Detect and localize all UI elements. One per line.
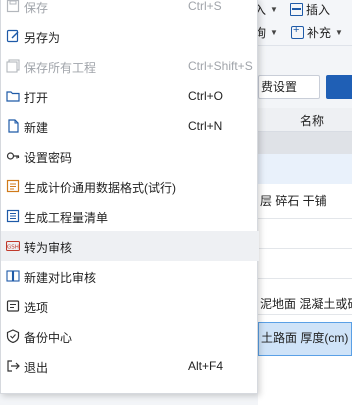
export-data-icon <box>6 179 20 193</box>
menu-item-shortcut: Ctrl+O <box>188 89 224 103</box>
menu-item-label: 保存所有工程 <box>24 61 97 75</box>
options-icon <box>6 300 20 312</box>
menu-item-label: 设置密码 <box>24 151 73 165</box>
menu-item-label: 生成计价通用数据格式(试行) <box>24 181 176 195</box>
menu-item-save-all[interactable]: 保存所有工程 Ctrl+Shift+S <box>1 51 259 81</box>
menu-item-export-data[interactable]: 生成计价通用数据格式(试行) <box>1 171 259 201</box>
menu-item-open[interactable]: 打开 Ctrl+O <box>1 81 259 111</box>
fill-button[interactable]: 补充 ▼ <box>291 24 343 41</box>
menu-item-bill-list[interactable]: 生成工程量清单 <box>1 201 259 231</box>
table-row-selected[interactable]: 土路面 厚度(cm) 2 <box>258 322 352 356</box>
primary-action-button[interactable] <box>326 75 352 99</box>
menu-item-shortcut: Ctrl+Shift+S <box>188 59 253 73</box>
new-file-icon <box>8 119 19 133</box>
chevron-down-icon: ▼ <box>270 28 278 37</box>
menu-item-options[interactable]: 选项 <box>1 291 259 321</box>
menu-item-shortcut: Ctrl+S <box>188 0 222 13</box>
table-row[interactable]: 泥地面 混凝土或硬 <box>258 295 352 315</box>
svg-text:GSH: GSH <box>7 245 19 251</box>
chevron-down-icon: ▼ <box>270 5 278 14</box>
menu-item-label: 另存为 <box>24 31 61 45</box>
row-divider <box>258 278 352 279</box>
bill-list-icon <box>6 209 20 223</box>
table-row[interactable] <box>258 154 352 184</box>
open-folder-icon <box>6 91 20 102</box>
menu-item-label: 转为审核 <box>24 241 73 255</box>
menu-item-save[interactable]: 保存 Ctrl+S <box>1 0 259 21</box>
menu-item-shortcut: Alt+F4 <box>188 359 224 373</box>
fill-label: 补充 <box>307 26 332 40</box>
menu-item-convert-to-audit[interactable]: GSH 转为审核 <box>1 231 259 261</box>
audit-convert-icon: GSH <box>6 240 20 252</box>
save-as-icon <box>6 29 19 43</box>
fill-icon <box>291 24 304 39</box>
table-row[interactable]: 层 碎石 干铺 <box>258 192 352 212</box>
menu-item-backup-center[interactable]: 备份中心 <box>1 321 259 351</box>
menu-item-new[interactable]: 新建 Ctrl+N <box>1 111 259 141</box>
column-header-name: 名称 <box>300 114 325 128</box>
save-icon <box>6 0 20 13</box>
menu-item-label: 打开 <box>24 91 49 105</box>
menu-item-exit[interactable]: 退出 Alt+F4 <box>1 351 259 381</box>
row-divider <box>258 314 352 315</box>
menu-item-compare-audit[interactable]: 新建对比审核 <box>1 261 259 291</box>
backup-icon <box>6 329 20 343</box>
menu-item-label: 保存 <box>24 1 49 15</box>
fee-settings-button[interactable]: 费设置 <box>258 75 320 99</box>
table-row[interactable] <box>258 132 352 154</box>
row-divider <box>258 248 352 249</box>
menu-item-label: 新建 <box>24 121 49 135</box>
compare-audit-icon <box>6 270 20 282</box>
menu-item-label: 退出 <box>24 361 49 375</box>
menu-item-label: 生成工程量清单 <box>24 211 109 225</box>
menu-item-label: 备份中心 <box>24 331 73 345</box>
exit-icon <box>7 360 20 372</box>
insert-button[interactable]: 插入 <box>290 1 330 18</box>
menu-item-label: 新建对比审核 <box>24 271 97 285</box>
menu-item-save-as[interactable]: 另存为 <box>1 21 259 51</box>
insert-icon <box>290 3 303 16</box>
chevron-down-icon: ▼ <box>335 28 343 37</box>
menu-item-label: 选项 <box>24 301 49 315</box>
grid-header: 名称 <box>258 108 352 132</box>
save-all-icon <box>6 59 20 73</box>
menu-item-set-password[interactable]: 设置密码 <box>1 141 259 171</box>
insert-label: 插入 <box>306 3 331 17</box>
data-grid: 名称 层 碎石 干铺 泥地面 混凝土或硬 土路面 厚度(cm) 2 <box>258 108 352 405</box>
menu-item-shortcut: Ctrl+N <box>188 119 223 133</box>
row-divider <box>258 218 352 219</box>
password-icon <box>6 152 20 160</box>
file-menu: 保存 Ctrl+S 另存为 保存所有工程 Ctrl+Shift+S 打开 Ctr… <box>0 0 259 394</box>
